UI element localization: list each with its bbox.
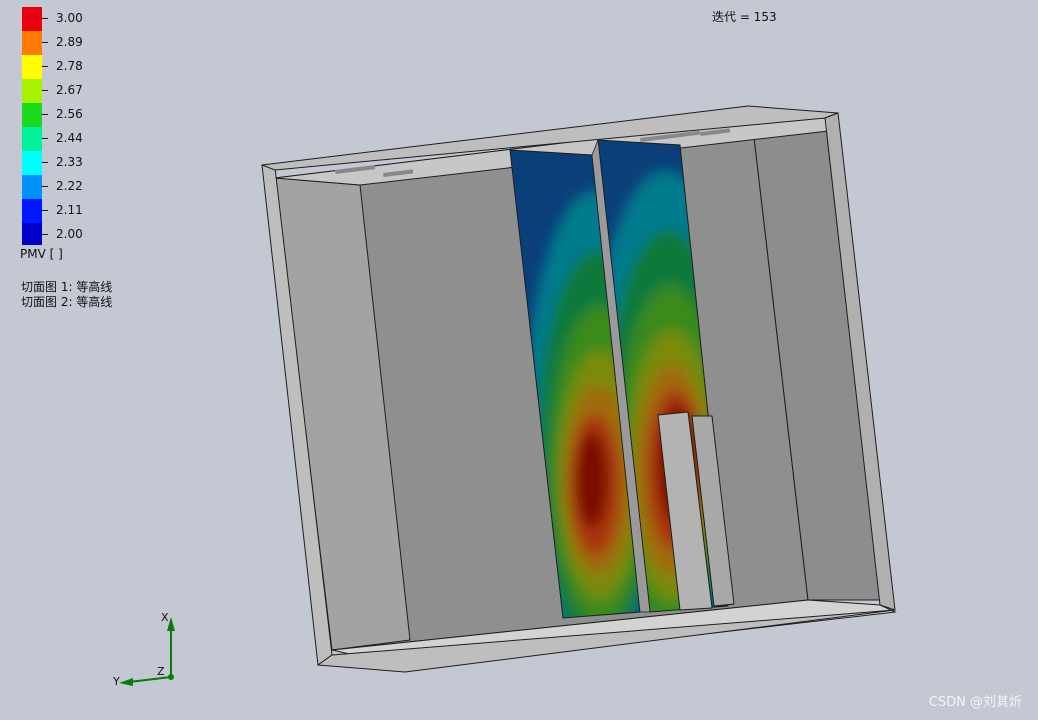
- triad-x-label: X: [161, 611, 169, 624]
- axis-triad: X Y Z: [112, 611, 175, 688]
- triad-z-label: Z: [157, 665, 165, 678]
- watermark: CSDN @刘其炘: [928, 695, 1022, 710]
- triad-y-label: Y: [112, 675, 120, 688]
